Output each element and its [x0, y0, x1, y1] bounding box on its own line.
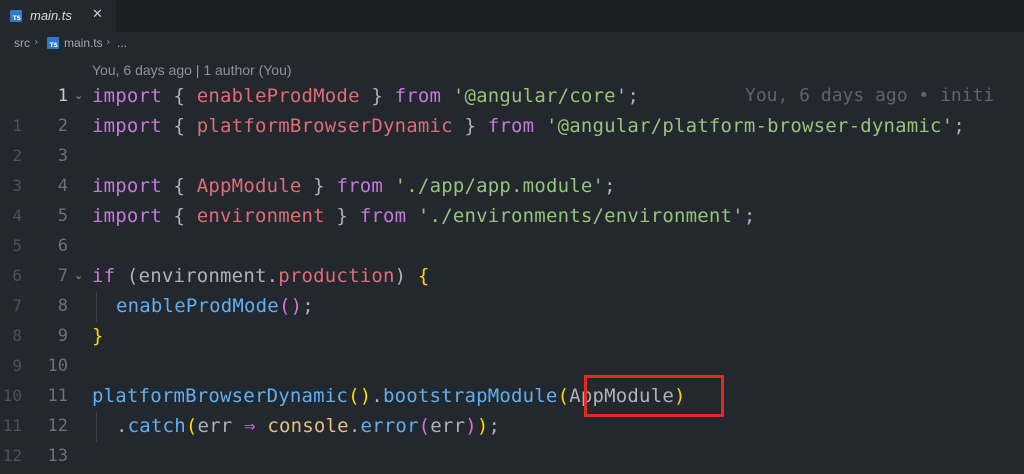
breadcrumb: src › TS main.ts › ... [0, 32, 1024, 54]
code-line-13[interactable]: 12 13 [0, 441, 1024, 471]
line-number: 11 [47, 386, 68, 406]
code-text: .catch(err ⇒ console.error(err)); [116, 415, 501, 437]
line-number: 10 [47, 356, 68, 376]
relative-line-number: 6 [12, 266, 22, 285]
code-text: if (environment.production) { [92, 265, 430, 287]
fold-chevron-icon[interactable]: ⌄ [74, 261, 83, 291]
line-number: 9 [57, 326, 68, 346]
code-line-3[interactable]: 2 3 [0, 141, 1024, 171]
code-line-8[interactable]: 7 8 enableProdMode(); [0, 291, 1024, 321]
breadcrumb-file-main-ts[interactable]: main.ts [64, 36, 103, 50]
code-line-10[interactable]: 9 10 [0, 351, 1024, 381]
fold-chevron-icon[interactable]: ⌄ [74, 81, 83, 111]
annotation-highlight-box [584, 375, 724, 417]
code-line-9[interactable]: 8 9 } [0, 321, 1024, 351]
typescript-file-icon: TS [47, 37, 59, 49]
line-number: 12 [47, 416, 68, 436]
relative-line-number: 11 [2, 416, 22, 435]
code-text: } [92, 325, 104, 347]
code-line-11[interactable]: 10 11 platformBrowserDynamic().bootstrap… [0, 381, 1024, 411]
tab-label: main.ts [30, 8, 72, 23]
code-line-1[interactable]: 1 ⌄ import { enableProdMode } from '@ang… [0, 81, 1024, 111]
relative-line-number: 1 [12, 116, 22, 135]
code-line-4[interactable]: 3 4 import { AppModule } from './app/app… [0, 171, 1024, 201]
chevron-right-icon: › [106, 35, 111, 48]
line-number: 6 [57, 236, 68, 256]
code-text: import { platformBrowserDynamic } from '… [92, 115, 965, 137]
breadcrumb-more[interactable]: ... [117, 36, 127, 50]
relative-line-number: 4 [12, 206, 22, 225]
relative-line-number: 8 [12, 326, 22, 345]
code-line-6[interactable]: 5 6 [0, 231, 1024, 261]
relative-line-number: 3 [12, 176, 22, 195]
line-number: 13 [47, 446, 68, 466]
line-number: 3 [57, 146, 68, 166]
line-number: 8 [57, 296, 68, 316]
code-text: import { AppModule } from './app/app.mod… [92, 175, 616, 197]
line-number: 7 [57, 266, 68, 286]
line-number: 4 [57, 176, 68, 196]
relative-line-number: 12 [2, 446, 22, 465]
relative-line-number: 7 [12, 296, 22, 315]
codelens-author-info[interactable]: You, 6 days ago | 1 author (You) [92, 62, 292, 78]
code-line-12[interactable]: 11 12 .catch(err ⇒ console.error(err)); [0, 411, 1024, 441]
typescript-file-icon: TS [10, 10, 22, 22]
code-line-2[interactable]: 1 2 import { platformBrowserDynamic } fr… [0, 111, 1024, 141]
relative-line-number: 9 [12, 356, 22, 375]
chevron-right-icon: › [34, 35, 39, 48]
tab-bar: TS main.ts ✕ [0, 0, 1024, 32]
relative-line-number: 2 [12, 146, 22, 165]
code-line-7[interactable]: 6 7 ⌄ if (environment.production) { [0, 261, 1024, 291]
code-line-5[interactable]: 4 5 import { environment } from './envir… [0, 201, 1024, 231]
breadcrumb-folder-src[interactable]: src [14, 36, 30, 50]
line-number: 5 [57, 206, 68, 226]
relative-line-number: 10 [2, 386, 22, 405]
tab-main-ts[interactable]: TS main.ts ✕ [0, 0, 116, 32]
code-text: import { enableProdMode } from '@angular… [92, 85, 640, 107]
line-number: 2 [57, 116, 68, 136]
code-text: import { environment } from './environme… [92, 205, 756, 227]
code-text: enableProdMode(); [116, 295, 314, 317]
relative-line-number: 5 [12, 236, 22, 255]
close-icon[interactable]: ✕ [92, 7, 103, 22]
inline-git-blame: You, 6 days ago • initi [745, 85, 995, 106]
line-number: 1 [57, 86, 68, 106]
